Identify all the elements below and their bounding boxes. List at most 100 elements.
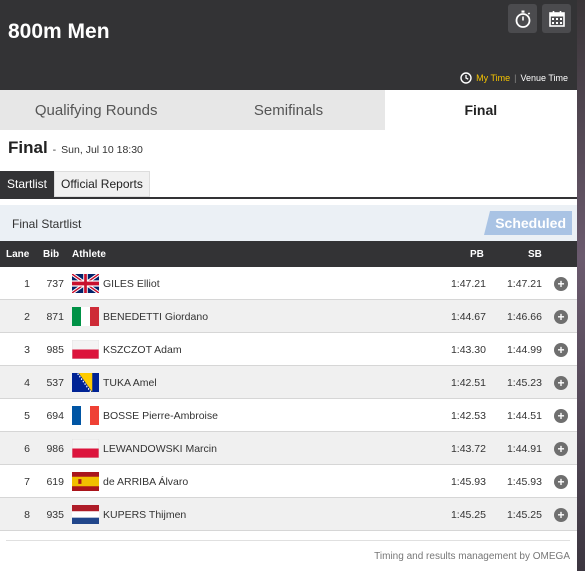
sb-cell: 1:44.51 [506, 410, 542, 422]
lane-cell: 3 [24, 344, 30, 356]
expand-plus-icon[interactable]: + [554, 376, 568, 390]
athlete-name: KSZCZOT Adam [103, 344, 182, 356]
my-time-toggle[interactable]: My Time [476, 73, 510, 83]
round-tabs: Qualifying Rounds Semifinals Final [0, 90, 577, 130]
table-header: Lane Bib Athlete PB SB [0, 241, 577, 267]
status-badge: Scheduled [484, 211, 572, 235]
table-body: 1 737 GILES Elliot 1:47.21 1:47.21 +2 871 BENED… [0, 267, 577, 531]
sub-tabs: Startlist Official Reports [0, 171, 150, 197]
round-title: Final [8, 138, 48, 157]
lane-cell: 2 [24, 311, 30, 323]
time-toggle: My Time | Venue Time [460, 72, 568, 84]
pb-cell: 1:43.30 [450, 344, 486, 356]
sb-cell: 1:47.21 [506, 278, 542, 290]
tab-semifinals[interactable]: Semifinals [192, 90, 385, 130]
footer-credits: Timing and results management by OMEGA [374, 551, 570, 562]
pb-cell: 1:47.21 [450, 278, 486, 290]
header-bib: Bib [43, 249, 60, 260]
flag-icon [72, 505, 99, 524]
results-panel: 800m Men My Time | Venue Time Qualifying… [0, 0, 577, 571]
flag-icon [71, 272, 100, 295]
expand-plus-icon[interactable]: + [554, 409, 568, 423]
table-row[interactable]: 6 986 LEWANDOWSKI Marcin 1:43.72 1:44.91 + [0, 432, 577, 465]
pb-cell: 1:42.53 [450, 410, 486, 422]
flag-icon [72, 472, 99, 491]
lane-cell: 6 [24, 443, 30, 455]
athlete-name: BENEDETTI Giordano [103, 311, 209, 323]
clock-icon [460, 72, 472, 84]
calendar-icon [548, 10, 565, 27]
table-row[interactable]: 7 619 de ARRIBA Álvaro 1:45.93 1:45.93 + [0, 465, 577, 498]
sb-cell: 1:45.23 [506, 377, 542, 389]
bib-cell: 871 [46, 311, 64, 323]
athlete-name: GILES Elliot [103, 278, 160, 290]
calendar-button[interactable] [542, 4, 571, 33]
subtabs-divider [0, 197, 577, 199]
bib-cell: 694 [46, 410, 64, 422]
header-pb: PB [470, 249, 484, 260]
round-datetime: Sun, Jul 10 18:30 [61, 144, 143, 156]
tab-final[interactable]: Final [384, 90, 577, 130]
athlete-name: TUKA Amel [103, 377, 157, 389]
time-separator: | [514, 73, 517, 83]
startlist-table: Lane Bib Athlete PB SB 1 737 GILES Elliot 1… [0, 241, 577, 531]
table-row[interactable]: 4 537 TUKA Amel 1:42.51 1:45.23 + [0, 366, 577, 399]
expand-plus-icon[interactable]: + [554, 310, 568, 324]
athlete-name: KUPERS Thijmen [103, 509, 187, 521]
flag-icon [71, 438, 100, 459]
header-lane: Lane [6, 249, 30, 260]
event-title: 800m Men [8, 20, 110, 43]
pb-cell: 1:45.93 [450, 476, 486, 488]
sb-cell: 1:44.91 [506, 443, 542, 455]
athlete-name: de ARRIBA Álvaro [103, 476, 189, 488]
tab-qualifying-rounds[interactable]: Qualifying Rounds [0, 90, 193, 130]
pb-cell: 1:43.72 [450, 443, 486, 455]
footer-divider [6, 540, 570, 541]
expand-plus-icon[interactable]: + [554, 343, 568, 357]
tab-official-reports[interactable]: Official Reports [54, 171, 150, 197]
round-dash: - [52, 144, 57, 156]
expand-plus-icon[interactable]: + [554, 442, 568, 456]
table-row[interactable]: 1 737 GILES Elliot 1:47.21 1:47.21 + [0, 267, 577, 300]
expand-plus-icon[interactable]: + [554, 508, 568, 522]
event-header: 800m Men My Time | Venue Time [0, 0, 577, 90]
bib-cell: 737 [46, 278, 64, 290]
athlete-name: BOSSE Pierre-Ambroise [103, 410, 218, 422]
flag-icon [72, 406, 99, 425]
table-row[interactable]: 2 871 BENEDETTI Giordano 1:44.67 1:46.66 + [0, 300, 577, 333]
bib-cell: 619 [46, 476, 64, 488]
lane-cell: 7 [24, 476, 30, 488]
header-athlete: Athlete [72, 249, 106, 260]
table-row[interactable]: 3 985 KSZCZOT Adam 1:43.30 1:44.99 + [0, 333, 577, 366]
lane-cell: 1 [24, 278, 30, 290]
flag-icon [72, 373, 99, 393]
bib-cell: 985 [46, 344, 64, 356]
bib-cell: 537 [46, 377, 64, 389]
header-sb: SB [528, 249, 542, 260]
table-row[interactable]: 8 935 KUPERS Thijmen 1:45.25 1:45.25 + [0, 498, 577, 531]
expand-plus-icon[interactable]: + [554, 277, 568, 291]
lane-cell: 8 [24, 509, 30, 521]
flag-icon [72, 307, 99, 326]
bib-cell: 986 [46, 443, 64, 455]
venue-time-toggle[interactable]: Venue Time [520, 73, 568, 83]
sb-cell: 1:45.25 [506, 509, 542, 521]
sb-cell: 1:44.99 [506, 344, 542, 356]
round-heading: Final - Sun, Jul 10 18:30 [8, 138, 143, 158]
tab-startlist[interactable]: Startlist [0, 171, 55, 197]
pb-cell: 1:45.25 [450, 509, 486, 521]
pb-cell: 1:42.51 [450, 377, 486, 389]
startlist-header: Final Startlist Scheduled [0, 205, 577, 241]
lane-cell: 5 [24, 410, 30, 422]
flag-icon [71, 339, 100, 360]
athlete-name: LEWANDOWSKI Marcin [103, 443, 217, 455]
expand-plus-icon[interactable]: + [554, 475, 568, 489]
pb-cell: 1:44.67 [450, 311, 486, 323]
bib-cell: 935 [46, 509, 64, 521]
stopwatch-icon [515, 10, 530, 28]
sb-cell: 1:46.66 [506, 311, 542, 323]
startlist-title: Final Startlist [12, 217, 82, 231]
lane-cell: 4 [24, 377, 30, 389]
stopwatch-button[interactable] [508, 4, 537, 33]
table-row[interactable]: 5 694 BOSSE Pierre-Ambroise 1:42.53 1:44.51 + [0, 399, 577, 432]
